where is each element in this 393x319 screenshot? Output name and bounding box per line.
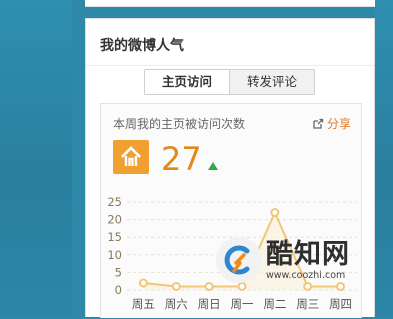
- x-tick-label: 周二: [263, 297, 286, 311]
- data-point: [171, 281, 181, 291]
- y-tick-label: 10: [107, 248, 122, 262]
- tab-reposts-comments[interactable]: 转发评论: [230, 70, 315, 94]
- x-tick-label: 周一: [231, 297, 254, 311]
- y-tick-label: 25: [107, 195, 122, 209]
- tab-bar: 主页访问 转发评论: [144, 69, 316, 95]
- y-tick-label: 20: [107, 213, 122, 227]
- tab-homepage-visits[interactable]: 主页访问: [145, 70, 231, 94]
- y-tick-label: 0: [115, 283, 122, 297]
- y-tick-label: 15: [107, 230, 122, 244]
- y-tick-label: 5: [115, 265, 122, 279]
- previous-card-bottom: [85, 0, 375, 7]
- x-tick-label: 周六: [165, 297, 188, 311]
- x-tick-label: 周五: [132, 297, 155, 311]
- x-tick-label: 周日: [198, 297, 221, 311]
- watermark: 酷知网 www.coozhi.com: [216, 232, 376, 288]
- card-title: 我的微博人气: [100, 38, 184, 54]
- data-point: [204, 281, 214, 291]
- divider: [86, 65, 374, 66]
- coozhi-logo-icon: [216, 237, 262, 283]
- x-tick-label: 周三: [296, 297, 319, 311]
- background-left: [0, 0, 72, 317]
- data-point: [270, 208, 280, 218]
- x-tick-label: 周四: [329, 297, 352, 311]
- watermark-name: 酷知网: [266, 238, 350, 270]
- background-right: [375, 0, 393, 317]
- watermark-url: www.coozhi.com: [266, 269, 346, 281]
- data-point: [138, 278, 148, 288]
